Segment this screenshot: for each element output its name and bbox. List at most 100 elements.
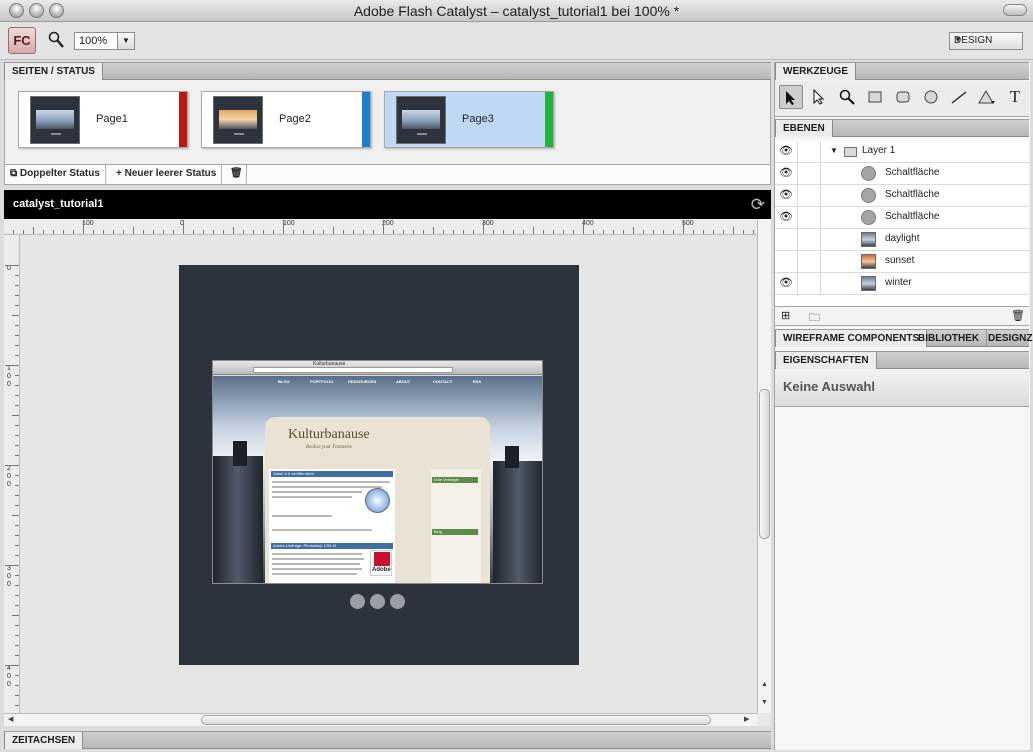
rectangle-tool-icon[interactable] <box>863 85 887 109</box>
page-card-2[interactable]: Page2 <box>201 91 371 148</box>
zoom-level-value: 100% <box>79 35 108 47</box>
workspace-select[interactable]: DESIGN ▼ <box>949 32 1023 50</box>
page-card-3[interactable]: Page3 <box>384 91 554 148</box>
layers-list: 👁 ▼ Layer 1 👁 Schaltfläche 👁 Schaltfläch… <box>775 141 1029 306</box>
select-tool-icon[interactable] <box>779 85 803 109</box>
zoom-tool-icon[interactable] <box>835 85 859 109</box>
tab-wireframe-components[interactable]: WIREFRAME COMPONENTS <box>775 330 928 347</box>
artboard[interactable]: Kulturbanause BLOG PORTFOLIO RESSOURCEN … <box>179 265 579 665</box>
layer-name: Layer 1 <box>862 145 896 156</box>
layer-name: Schaltfläche <box>885 211 940 222</box>
new-layer-icon[interactable]: ⊞ <box>781 309 790 322</box>
page-label: Page1 <box>96 113 128 125</box>
new-folder-icon[interactable]: 🗀 <box>809 309 820 328</box>
eye-icon[interactable]: 👁 <box>775 163 798 184</box>
layer-row[interactable]: 👁 Schaltfläche <box>775 207 1029 229</box>
eye-icon[interactable]: 👁 <box>775 141 798 162</box>
text-tool-icon[interactable]: T <box>1003 85 1027 109</box>
layer-row[interactable]: 👁 Schaltfläche <box>775 163 1029 185</box>
horizontal-scrollbar[interactable]: ◀ ▶ <box>4 713 757 726</box>
slide-button-3[interactable] <box>390 594 405 609</box>
line-tool-icon[interactable] <box>947 85 971 109</box>
page-color-flag <box>362 92 370 147</box>
app-logo: FC <box>8 27 36 54</box>
scrollbar-thumb[interactable] <box>759 389 770 539</box>
post-title: Safari 4.0 veröffentlicht <box>273 471 314 476</box>
eye-hidden-slot[interactable] <box>775 251 798 272</box>
scroll-up-icon[interactable]: ▲ <box>761 681 768 688</box>
post-header: Safari 4.0 veröffentlicht <box>271 471 393 477</box>
tab-library[interactable]: BIBLIOTHEK <box>911 330 988 347</box>
layer-row[interactable]: 👁 Schaltfläche <box>775 185 1029 207</box>
shape-tool-icon[interactable] <box>975 85 999 109</box>
tab-properties[interactable]: EIGENSCHAFTEN <box>775 352 877 369</box>
refresh-icon[interactable]: ⟳ <box>751 195 765 215</box>
layer-row[interactable]: daylight <box>775 229 1029 251</box>
layer-row[interactable]: sunset <box>775 251 1029 273</box>
scrollbar-thumb[interactable] <box>201 715 711 725</box>
trash-icon: 🗑 <box>230 168 243 179</box>
direct-select-tool-icon[interactable] <box>807 85 831 109</box>
properties-panel-header: EIGENSCHAFTEN <box>775 351 1029 369</box>
toolbar-toggle-button[interactable] <box>1003 4 1027 16</box>
site-logo: Kulturbanause <box>288 427 370 442</box>
design-canvas[interactable]: Kulturbanause BLOG PORTFOLIO RESSOURCEN … <box>20 235 757 713</box>
sidebar-title: Vote Verfolger <box>434 477 460 482</box>
scroll-down-icon[interactable]: ▼ <box>761 699 768 706</box>
site-sidebar: Vote Verfolger Blog <box>431 469 481 583</box>
cliff-left <box>213 456 263 583</box>
tab-design[interactable]: DESIGNZ <box>981 330 1033 347</box>
tab-layers[interactable]: EBENEN <box>775 120 833 137</box>
site-nav: BLOG PORTFOLIO RESSOURCEN ABOUT CONTACT … <box>268 379 498 389</box>
ruler-ticks <box>5 265 19 706</box>
post-title: Adobe-Umfrage: Photoshop CS5 KI <box>273 543 337 548</box>
eye-icon[interactable]: 👁 <box>775 185 798 206</box>
button-component-icon <box>861 166 876 181</box>
scroll-left-icon[interactable]: ◀ <box>8 715 13 723</box>
document-name: catalyst_tutorial1 <box>13 198 104 210</box>
new-empty-state-button[interactable]: + Neuer leerer Status <box>111 165 223 184</box>
site-nav-item: BLOG <box>278 379 290 384</box>
duplicate-state-button[interactable]: ⧉ Doppelter Status <box>5 165 106 184</box>
page-thumbnail <box>30 96 80 144</box>
tab-pages-status[interactable]: SEITEN / STATUS <box>4 63 103 80</box>
vertical-ruler: 0 100 200 300 400 <box>4 235 20 713</box>
eye-icon[interactable]: 👁 <box>775 207 798 228</box>
slide-button-2[interactable] <box>370 594 385 609</box>
ellipse-tool-icon[interactable] <box>919 85 943 109</box>
rounded-rectangle-tool-icon[interactable] <box>891 85 915 109</box>
vertical-scrollbar[interactable]: ▲ ▼ <box>757 219 771 713</box>
site-nav-item: RSS <box>473 379 482 384</box>
layer-row[interactable]: 👁 winter <box>775 273 1029 295</box>
eye-hidden-slot[interactable] <box>775 229 798 250</box>
plus-icon: + <box>116 168 125 179</box>
tools-panel-header: WERKZEUGE <box>775 62 1029 80</box>
site-screenshot-image[interactable]: Kulturbanause BLOG PORTFOLIO RESSOURCEN … <box>212 360 543 584</box>
image-icon <box>861 254 876 269</box>
disclosure-triangle-icon[interactable]: ▼ <box>830 146 838 155</box>
page-label: Page3 <box>462 113 494 125</box>
scroll-right-icon[interactable]: ▶ <box>744 715 749 723</box>
tree-left <box>233 441 247 466</box>
tab-tools[interactable]: WERKZEUGE <box>775 63 856 80</box>
eye-icon[interactable]: 👁 <box>775 273 798 294</box>
site-nav-item: PORTFOLIO <box>310 379 334 384</box>
slide-button-1[interactable] <box>350 594 365 609</box>
zoom-icon[interactable] <box>48 31 64 49</box>
pages-panel-header: SEITEN / STATUS <box>4 62 771 80</box>
layer-name: winter <box>885 277 912 288</box>
browser-url-field <box>253 367 453 373</box>
tab-timeline[interactable]: ZEITACHSEN <box>4 732 84 749</box>
main-toolbar: FC 100% ▼ DESIGN ▼ <box>0 22 1033 60</box>
page-thumbnail <box>213 96 263 144</box>
trash-icon[interactable]: 🗑 <box>1011 309 1025 322</box>
zoom-level-select[interactable]: 100% ▼ <box>74 32 135 50</box>
image-icon <box>861 276 876 291</box>
layer-row[interactable]: 👁 ▼ Layer 1 <box>775 141 1029 163</box>
post-header: Adobe-Umfrage: Photoshop CS5 KI <box>271 543 393 549</box>
pages-actions-bar: ⧉ Doppelter Status + Neuer leerer Status… <box>4 164 771 185</box>
cliff-right <box>493 461 542 583</box>
page-card-1[interactable]: Page1 <box>18 91 188 148</box>
site-nav-item: CONTACT <box>433 379 453 384</box>
delete-state-button[interactable]: 🗑 <box>225 165 247 184</box>
